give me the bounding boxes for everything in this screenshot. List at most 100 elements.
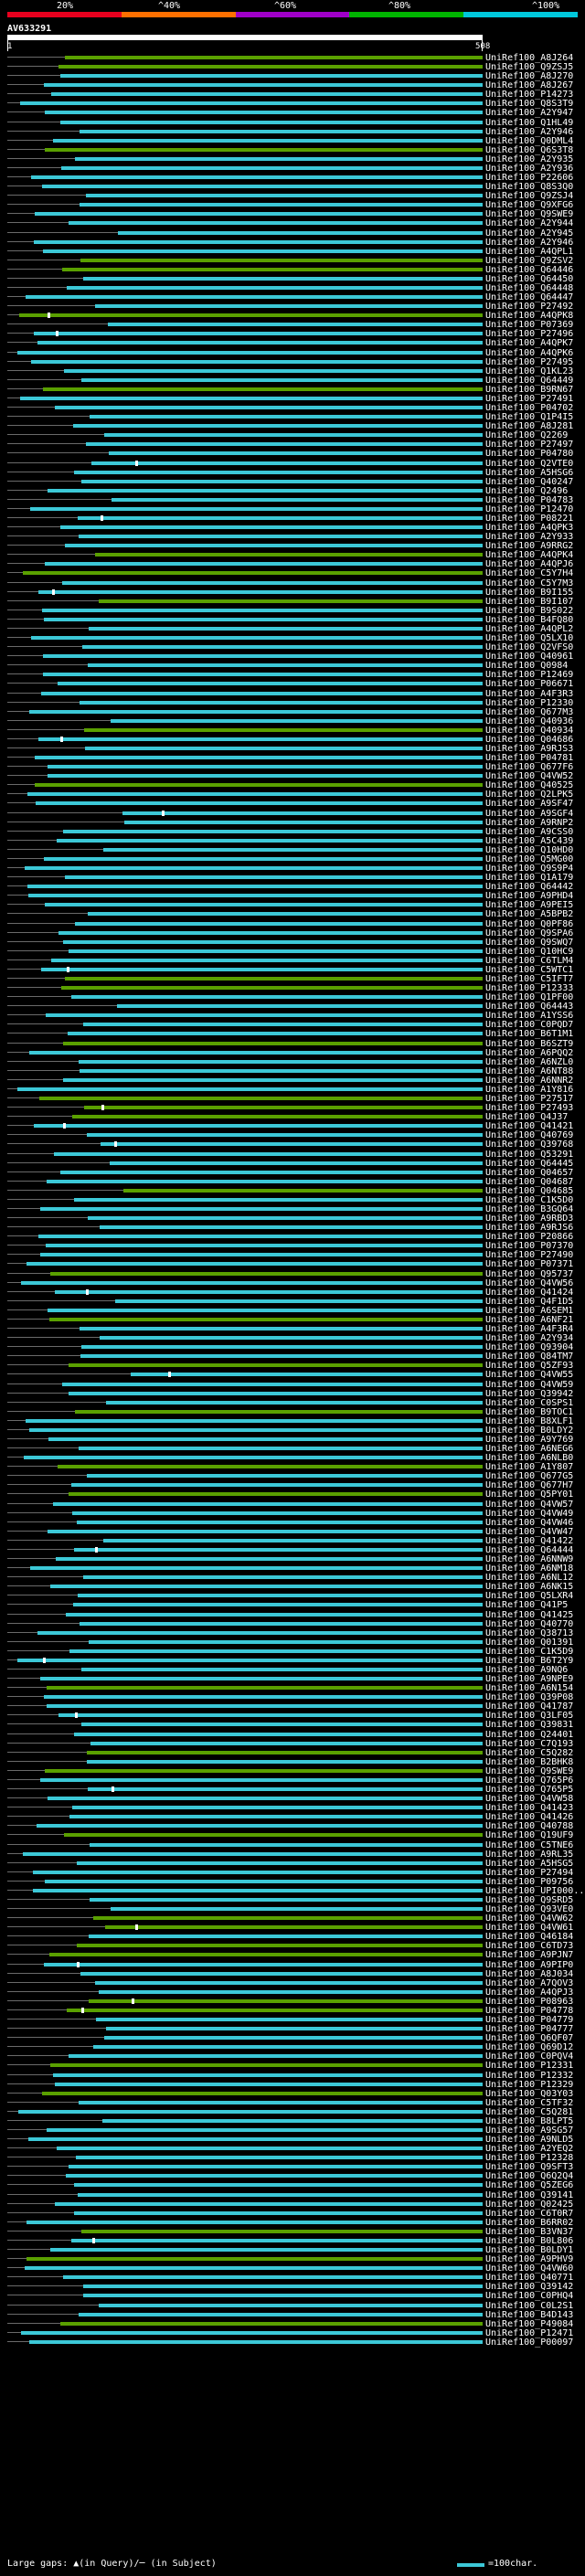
hit-aligned-segment xyxy=(112,497,483,502)
hit-aligned-segment xyxy=(69,1492,483,1497)
hit-aligned-segment xyxy=(60,2321,483,2326)
hit-aligned-segment xyxy=(86,194,483,198)
gap-marker xyxy=(60,736,63,742)
hit-aligned-segment xyxy=(109,451,483,456)
hit-aligned-segment xyxy=(80,700,483,705)
hit-aligned-segment xyxy=(77,1944,483,1948)
hit-aligned-segment xyxy=(102,2118,483,2123)
hit-aligned-segment xyxy=(19,313,483,318)
hit-aligned-segment xyxy=(99,599,483,603)
hit-aligned-segment xyxy=(49,1953,483,1957)
hit-aligned-segment xyxy=(18,2109,483,2114)
hit-aligned-segment xyxy=(63,939,483,944)
hit-aligned-segment xyxy=(47,1686,483,1691)
hit-aligned-segment xyxy=(83,2294,483,2298)
hit-aligned-segment xyxy=(74,1547,483,1552)
hit-aligned-segment xyxy=(66,2174,483,2178)
hit-aligned-segment xyxy=(58,65,483,69)
hit-aligned-segment xyxy=(123,1188,483,1193)
hit-aligned-segment xyxy=(88,1216,483,1221)
hit-aligned-segment xyxy=(80,1621,483,1626)
hit-aligned-segment xyxy=(80,1354,483,1359)
hit-aligned-segment xyxy=(36,801,483,806)
hit-aligned-segment xyxy=(29,1050,483,1055)
hit-aligned-segment xyxy=(42,608,483,612)
hit-aligned-segment xyxy=(69,221,483,226)
hit-aligned-segment xyxy=(53,2072,483,2077)
hit-label[interactable]: UniRef100_P00097 xyxy=(485,2336,573,2349)
hit-aligned-segment xyxy=(103,847,483,852)
hit-aligned-segment xyxy=(57,2147,483,2151)
hit-aligned-segment xyxy=(87,1759,483,1764)
hit-aligned-segment xyxy=(55,2082,483,2086)
hit-aligned-segment xyxy=(21,1280,483,1285)
hit-aligned-segment xyxy=(79,2312,483,2316)
hit-aligned-segment xyxy=(89,1935,483,1939)
hit-aligned-segment xyxy=(58,930,483,935)
hit-aligned-segment xyxy=(90,415,483,419)
hit-list: UniRef100_A8J264 UniRef100_Q9ZSJ5 UniRef10… xyxy=(0,0,585,2576)
hit-aligned-segment xyxy=(80,258,483,262)
hit-aligned-segment xyxy=(99,1989,483,1994)
hit-aligned-segment xyxy=(80,1327,483,1331)
hit-aligned-segment xyxy=(65,977,483,981)
hit-aligned-segment xyxy=(43,654,483,659)
hit-aligned-segment xyxy=(79,1447,483,1451)
hit-aligned-segment xyxy=(53,138,483,143)
hit-aligned-segment xyxy=(72,1115,483,1119)
hit-aligned-segment xyxy=(74,2210,483,2215)
hit-aligned-segment xyxy=(34,1124,483,1129)
hit-aligned-segment xyxy=(43,673,483,677)
hit-aligned-segment xyxy=(40,1777,483,1782)
hit-aligned-segment xyxy=(95,553,483,557)
hit-aligned-segment xyxy=(67,2008,483,2012)
hit-aligned-segment xyxy=(39,1097,483,1101)
hit-aligned-segment xyxy=(41,691,483,695)
hit-aligned-segment xyxy=(81,1345,483,1350)
hit-aligned-segment xyxy=(62,1382,483,1386)
hit-aligned-segment xyxy=(82,645,483,650)
hit-aligned-segment xyxy=(50,2248,483,2253)
hit-aligned-segment xyxy=(78,516,483,520)
hit-row[interactable]: UniRef100_P00097 xyxy=(0,2336,585,2349)
hit-aligned-segment xyxy=(50,1585,483,1589)
hit-aligned-segment xyxy=(40,1207,483,1211)
hit-aligned-segment xyxy=(29,1427,483,1432)
hit-aligned-segment xyxy=(35,756,483,760)
hit-aligned-segment xyxy=(38,737,483,741)
legend: Large gaps: ▲(in Query)/─ (in Subject) =… xyxy=(0,2559,585,2573)
hit-aligned-segment xyxy=(42,2091,483,2095)
hit-aligned-segment xyxy=(48,765,483,769)
hit-aligned-segment xyxy=(117,1004,483,1009)
hit-aligned-segment xyxy=(47,1704,483,1709)
hit-aligned-segment xyxy=(17,350,483,355)
hit-aligned-segment xyxy=(96,2018,483,2022)
hit-aligned-segment xyxy=(25,2266,483,2271)
hit-aligned-segment xyxy=(27,2220,483,2224)
hit-aligned-segment xyxy=(100,1336,483,1341)
hit-aligned-segment xyxy=(81,1668,483,1671)
hit-aligned-segment xyxy=(44,83,483,88)
hit-aligned-segment xyxy=(83,276,483,281)
hit-aligned-segment xyxy=(106,1400,483,1405)
hit-aligned-segment xyxy=(95,304,483,309)
hit-aligned-segment xyxy=(20,101,483,106)
hit-aligned-segment xyxy=(23,571,483,576)
hit-aligned-segment xyxy=(21,2330,483,2335)
hit-aligned-segment xyxy=(45,111,483,115)
hit-aligned-segment xyxy=(31,359,483,364)
hit-aligned-segment xyxy=(81,377,483,382)
hit-aligned-segment xyxy=(81,1723,483,1727)
hit-aligned-segment xyxy=(108,323,483,327)
hit-aligned-segment xyxy=(51,92,483,97)
hit-aligned-segment xyxy=(93,2045,483,2050)
hit-aligned-segment xyxy=(50,2063,483,2068)
hit-aligned-segment xyxy=(48,1437,483,1441)
hit-aligned-segment xyxy=(90,1741,483,1745)
hit-aligned-segment xyxy=(62,580,483,585)
hit-aligned-segment xyxy=(44,1962,483,1966)
hit-aligned-segment xyxy=(83,1575,483,1580)
hit-aligned-segment xyxy=(58,1713,483,1718)
hit-aligned-segment xyxy=(90,1898,483,1902)
hit-aligned-segment xyxy=(23,1851,483,1856)
